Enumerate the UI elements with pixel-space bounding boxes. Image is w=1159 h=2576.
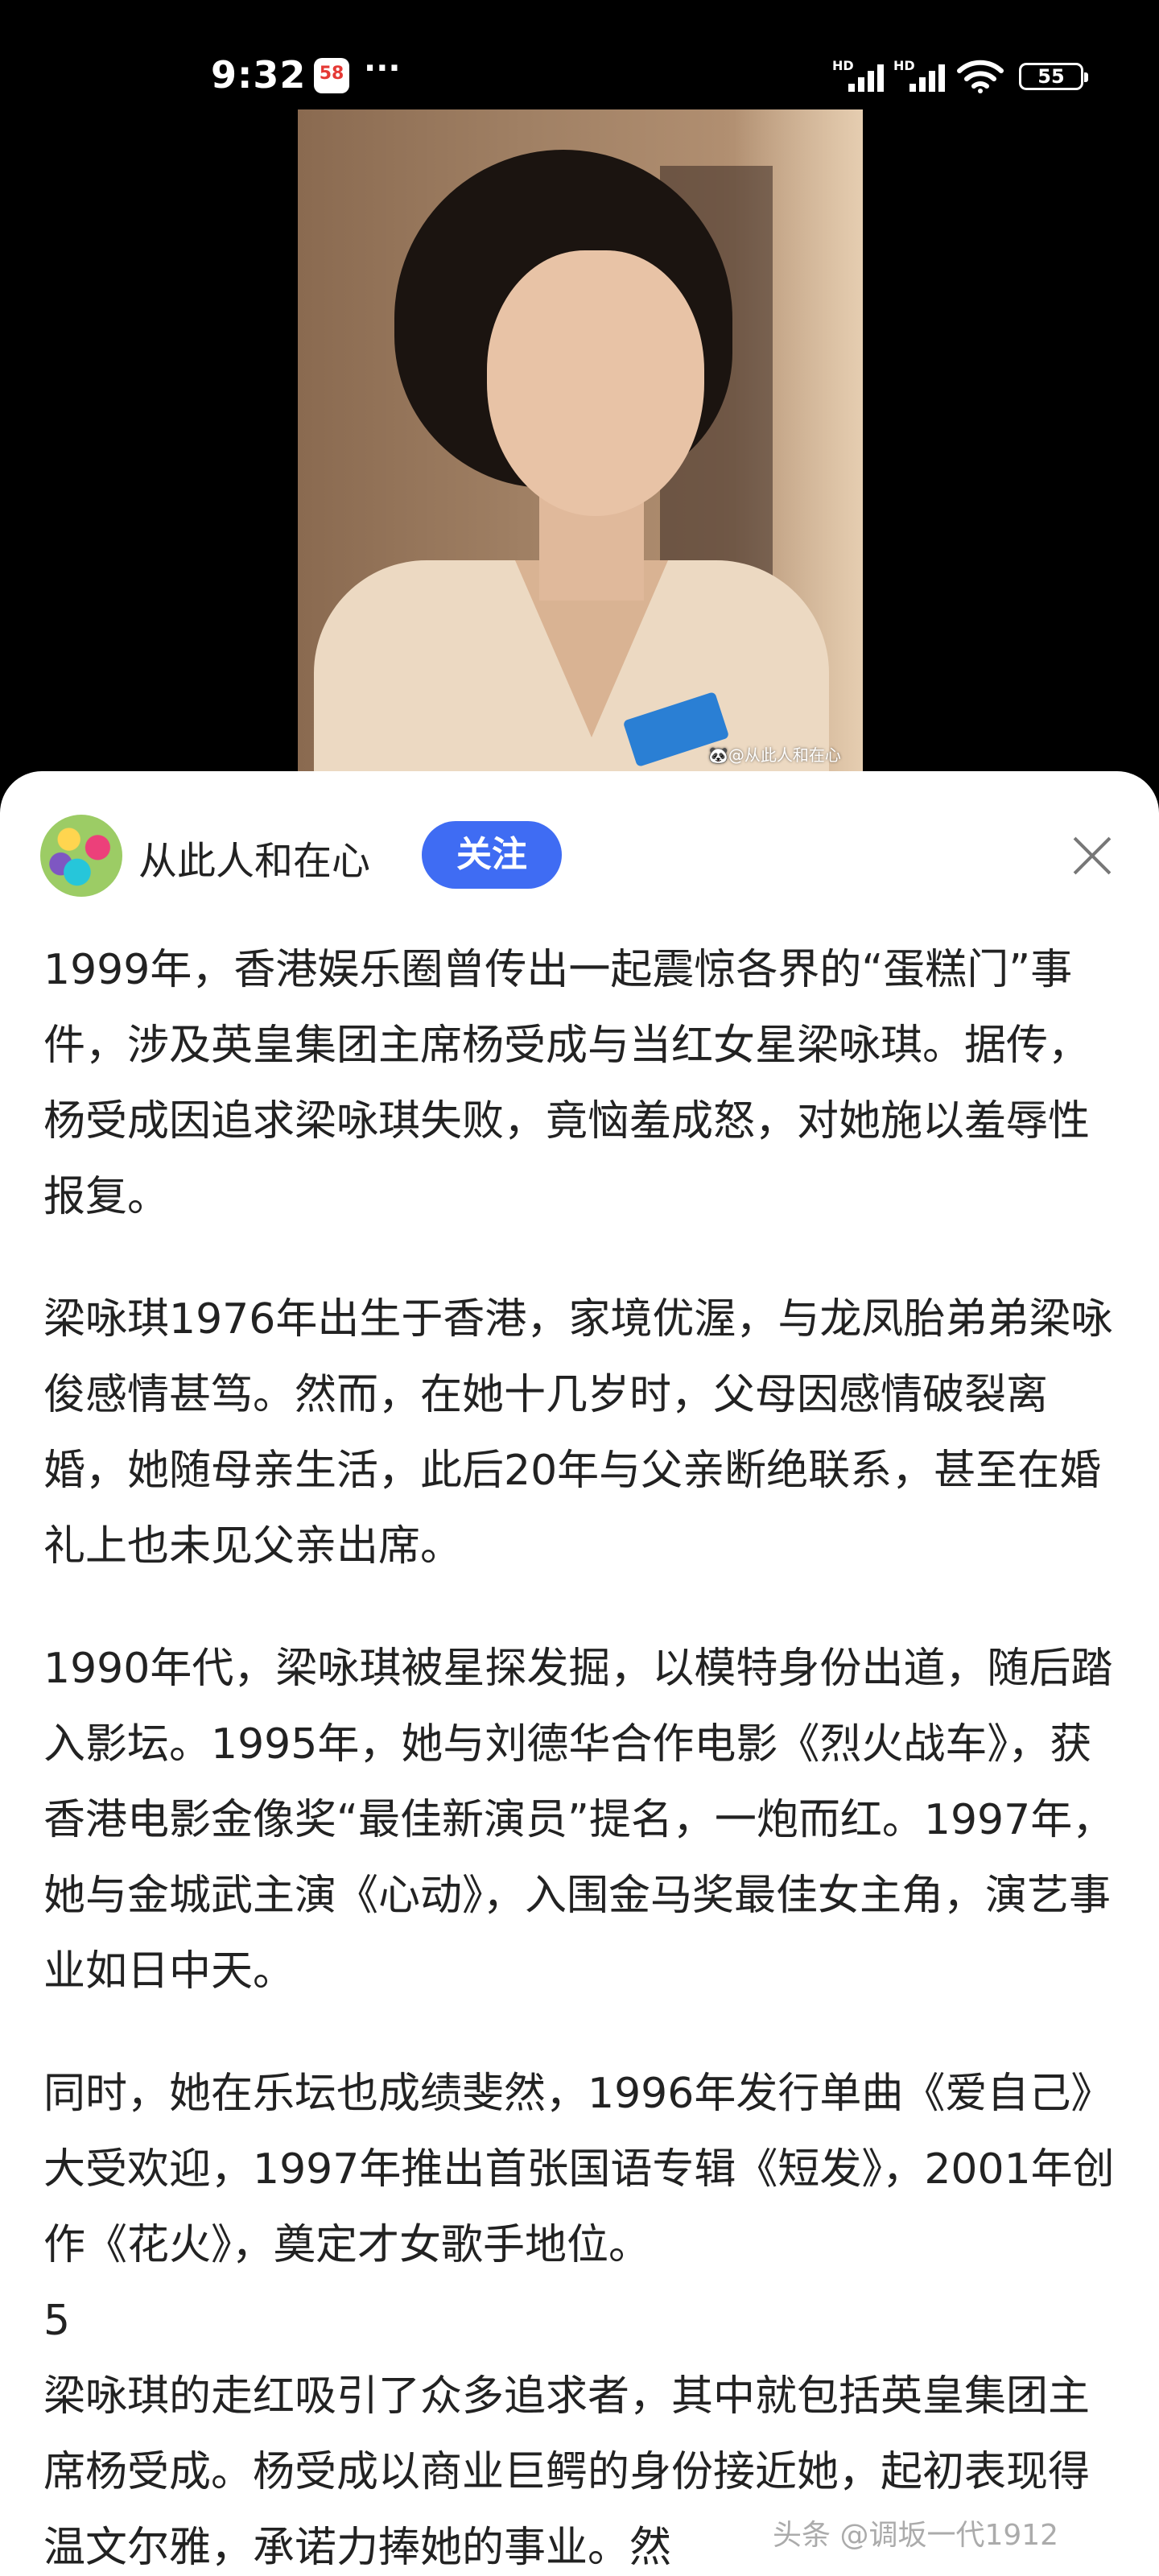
photo-watermark: 🐼@从此人和在心 — [708, 745, 841, 765]
wifi-icon — [957, 60, 1004, 93]
status-bar: 9:32 58 ··· HD HD 55 — [0, 0, 1159, 113]
follow-button[interactable]: 关注 — [422, 821, 562, 889]
bottom-watermark: 头条 @调坂一代1912 — [773, 2519, 1059, 2552]
close-icon[interactable] — [1067, 831, 1117, 881]
author-row: 从此人和在心 关注 — [0, 771, 1159, 916]
author-name[interactable]: 从此人和在心 — [138, 829, 370, 886]
paragraph: 梁咏琪1976年出生于香港，家境优渥，与龙凤胎弟弟梁咏俊感情甚笃。然而，在她十几… — [43, 1295, 1113, 1571]
status-time: 9:32 — [211, 53, 307, 97]
paragraph: 1990年代，梁咏琪被星探发掘，以模特身份出道，随后踏入影坛。1995年，她与刘… — [43, 1645, 1115, 1996]
article-body: 1999年，香港娱乐圈曾传出一起震惊各界的“蛋糕门”事件，涉及英皇集团主席杨受成… — [43, 932, 1122, 2576]
signal-2-icon: HD — [893, 58, 950, 92]
avatar[interactable] — [40, 815, 122, 897]
more-notifications-icon: ··· — [364, 50, 401, 87]
screen: 9:32 58 ··· HD HD 55 🐼@从此人和在心 从此人和在心 关注 … — [0, 0, 1159, 2576]
battery-icon: 55 — [1019, 63, 1088, 90]
article-sheet: 从此人和在心 关注 1999年，香港娱乐圈曾传出一起震惊各界的“蛋糕门”事件，涉… — [0, 771, 1159, 2576]
signal-1-icon: HD — [832, 58, 889, 92]
article-photo[interactable]: 🐼@从此人和在心 — [298, 109, 863, 778]
battery-level: 55 — [1037, 65, 1065, 88]
section-number: 5 — [43, 2297, 71, 2345]
paragraph: 同时，她在乐坛也成绩斐然，1996年发行单曲《爱自己》大受欢迎，1997年推出首… — [43, 2070, 1115, 2269]
app-58-icon: 58 — [314, 58, 349, 93]
paragraph: 1999年，香港娱乐圈曾传出一起震惊各界的“蛋糕门”事件，涉及英皇集团主席杨受成… — [43, 946, 1091, 1221]
